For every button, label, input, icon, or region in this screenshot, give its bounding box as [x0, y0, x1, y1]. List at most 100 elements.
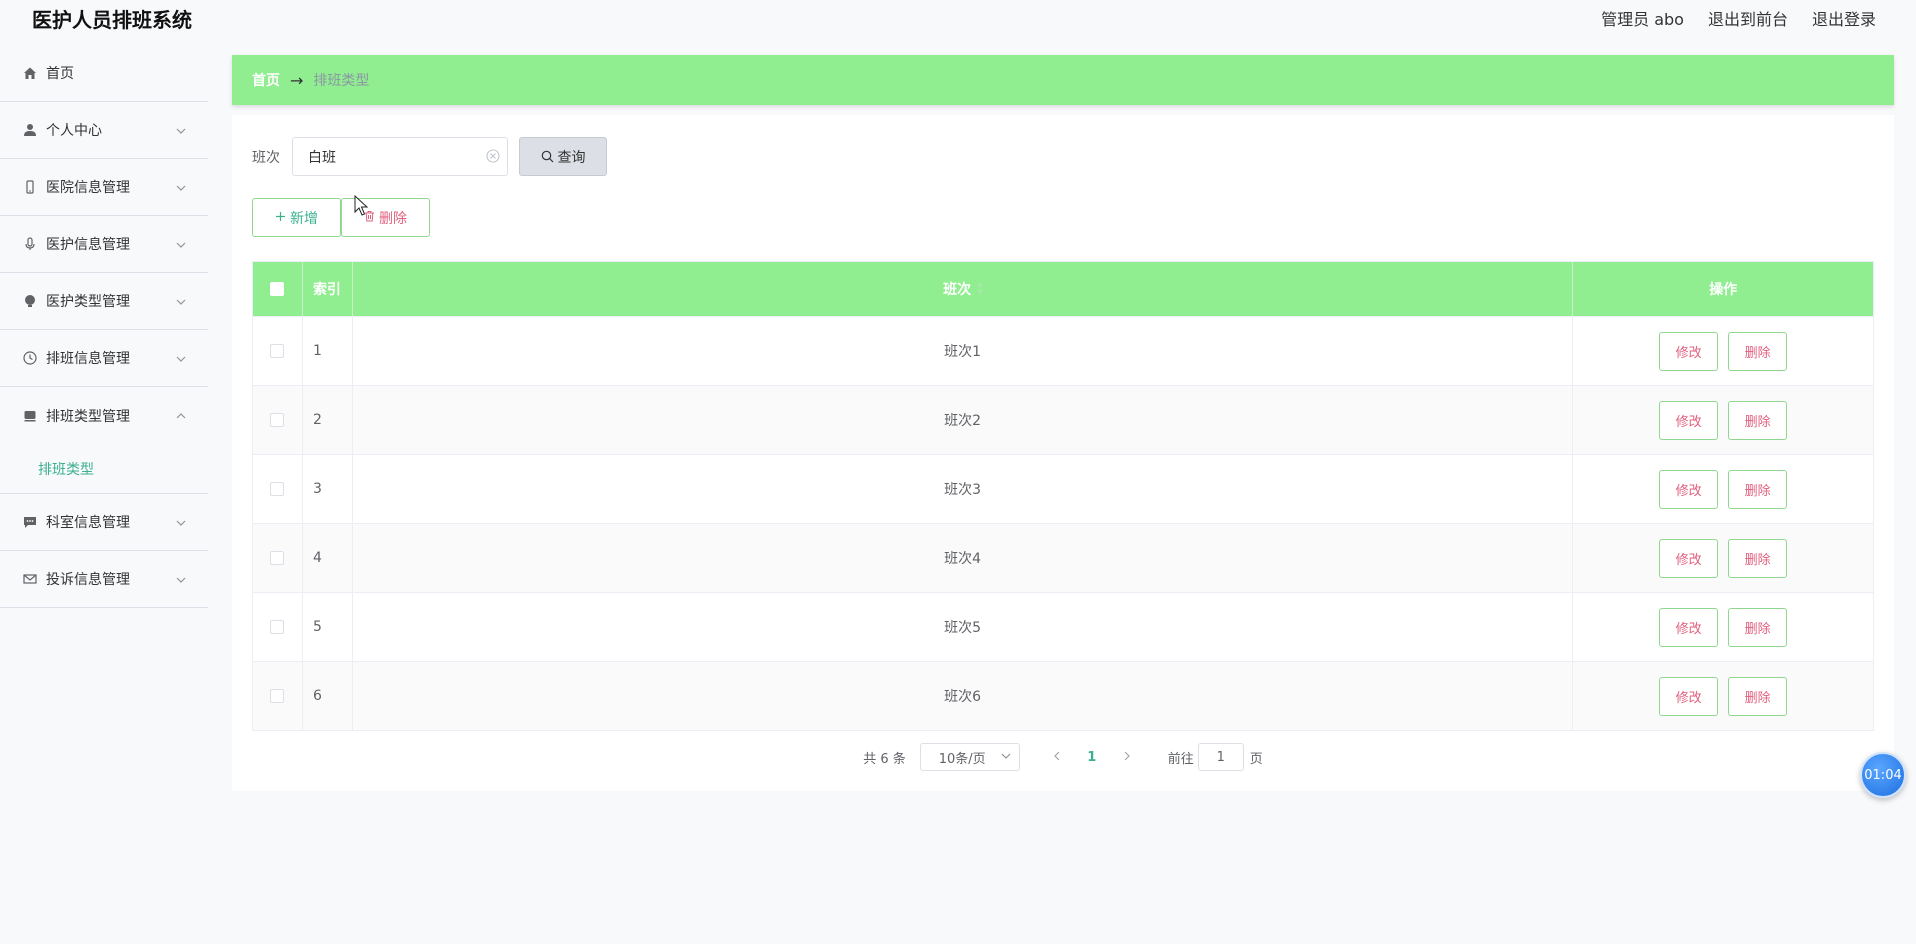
home-icon: [22, 65, 38, 81]
table-row: 4 班次4 修改 删除: [253, 523, 1873, 592]
add-button[interactable]: 新增: [252, 198, 341, 237]
sidebar-item-medical-type[interactable]: 医护类型管理: [0, 273, 208, 330]
sidebar-item-personal-center[interactable]: 个人中心: [0, 102, 208, 159]
header-operation: 操作: [1709, 282, 1738, 298]
floating-timer-badge[interactable]: 01:04: [1860, 752, 1906, 798]
next-page-button[interactable]: [1112, 750, 1142, 765]
mouse-cursor-icon: [354, 194, 369, 221]
add-button-label: 新增: [290, 210, 318, 227]
row-operations: 修改 删除: [1573, 593, 1873, 661]
row-select-cell[interactable]: [253, 524, 303, 592]
pagination: 共 6 条 10条/页 1 前往 页: [232, 743, 1894, 771]
bulb-icon: [22, 293, 38, 309]
row-operations: 修改 删除: [1573, 386, 1873, 454]
row-checkbox[interactable]: [270, 620, 285, 634]
sidebar-item-schedule-info[interactable]: 排班信息管理: [0, 330, 208, 387]
table-body: 1 班次1 修改 删除 2 班次2 修改 删除 3 班次3 修改 删除 4 班次4 修改 删除 5 班次5 修改 删除…: [253, 316, 1873, 730]
row-checkbox[interactable]: [270, 413, 285, 427]
row-checkbox[interactable]: [270, 689, 285, 703]
chevron-down-icon: [176, 181, 186, 197]
header-shift[interactable]: 班次 ▴ ▾: [353, 262, 1574, 316]
query-button[interactable]: 查询: [519, 137, 607, 176]
chevron-up-icon: [176, 409, 186, 425]
sidebar-item-label: 排班信息管理: [46, 351, 130, 367]
sidebar-item-department-info[interactable]: 科室信息管理: [0, 494, 208, 551]
query-button-label: 查询: [557, 149, 586, 166]
header-select-all[interactable]: [253, 262, 303, 316]
row-delete-button[interactable]: 删除: [1728, 400, 1788, 440]
row-index: 2: [303, 386, 353, 454]
chat-icon: [22, 514, 38, 530]
user-icon: [22, 122, 38, 138]
exit-to-front-link[interactable]: 退出到前台: [1708, 6, 1788, 30]
sidebar-item-home[interactable]: 首页: [0, 44, 208, 102]
row-select-cell[interactable]: [253, 317, 303, 385]
sidebar-subitem-schedule-type[interactable]: 排班类型: [0, 444, 208, 494]
row-delete-button[interactable]: 删除: [1728, 607, 1788, 647]
breadcrumb-arrow-icon: →: [290, 70, 304, 90]
row-operations: 修改 删除: [1573, 524, 1873, 592]
select-all-checkbox[interactable]: [270, 282, 285, 296]
row-index: 4: [303, 524, 353, 592]
sidebar-item-medical-staff-info[interactable]: 医护信息管理: [0, 216, 208, 273]
row-select-cell[interactable]: [253, 662, 303, 730]
sidebar-item-schedule-type[interactable]: 排班类型管理: [0, 387, 208, 444]
batch-delete-label: 删除: [379, 210, 407, 227]
row-index: 3: [303, 455, 353, 523]
page-number-current[interactable]: 1: [1072, 750, 1112, 765]
sort-icon[interactable]: ▴ ▾: [977, 280, 982, 298]
chevron-down-icon: [176, 573, 186, 589]
table-header: 索引 班次 ▴ ▾ 操作: [253, 262, 1873, 316]
clear-input-icon[interactable]: [484, 147, 502, 165]
row-select-cell[interactable]: [253, 455, 303, 523]
top-header: 医护人员排班系统 管理员 abo 退出到前台 退出登录: [0, 0, 1916, 34]
sidebar-item-label: 医院信息管理: [46, 180, 130, 196]
row-operations: 修改 删除: [1573, 662, 1873, 730]
edit-button[interactable]: 修改: [1659, 400, 1719, 440]
search-shift-input[interactable]: [292, 137, 508, 176]
prev-page-button[interactable]: [1042, 750, 1072, 765]
edit-button[interactable]: 修改: [1659, 538, 1719, 578]
sidebar-item-label: 科室信息管理: [46, 515, 130, 531]
row-delete-button[interactable]: 删除: [1728, 676, 1788, 716]
sidebar-item-hospital-info[interactable]: 医院信息管理: [0, 159, 208, 216]
app-title: 医护人员排班系统: [32, 8, 192, 32]
sidebar: 首页 个人中心 医院信息管理 医护信息管理 医护类型管理 排班信息管理 排班类型…: [0, 44, 208, 944]
chevron-left-icon: [1053, 751, 1060, 760]
clock-icon: [22, 350, 38, 366]
page-size-select[interactable]: 10条/页: [919, 743, 1020, 771]
row-index: 6: [303, 662, 353, 730]
edit-button[interactable]: 修改: [1659, 469, 1719, 509]
logout-link[interactable]: 退出登录: [1812, 6, 1876, 30]
goto-page-input[interactable]: [1197, 743, 1244, 771]
plus-icon: [275, 210, 286, 226]
row-operations: 修改 删除: [1573, 317, 1873, 385]
edit-button[interactable]: 修改: [1659, 331, 1719, 371]
row-delete-button[interactable]: 删除: [1728, 331, 1788, 371]
box-icon: [22, 408, 38, 424]
current-user-label: 管理员 abo: [1601, 10, 1684, 29]
pagination-total: 共 6 条: [863, 751, 906, 767]
row-delete-button[interactable]: 删除: [1728, 538, 1788, 578]
header-actions: 管理员 abo 退出到前台 退出登录: [1601, 6, 1876, 30]
table-row: 6 班次6 修改 删除: [253, 661, 1873, 730]
edit-button[interactable]: 修改: [1659, 676, 1719, 716]
row-shift: 班次5: [353, 593, 1574, 661]
mail-icon: [22, 571, 38, 587]
row-shift: 班次1: [353, 317, 1574, 385]
main-panel: 班次 查询 新增 删除 索引 班次 ▴▾ 操作 1班次1修改删除2班次2修改删除…: [232, 115, 1894, 791]
row-checkbox[interactable]: [270, 344, 285, 358]
row-checkbox[interactable]: [270, 482, 285, 496]
row-operations: 修改 删除: [1573, 455, 1873, 523]
row-checkbox[interactable]: [270, 551, 285, 565]
row-select-cell[interactable]: [253, 386, 303, 454]
chevron-down-icon: [176, 124, 186, 140]
sidebar-item-complaint-info[interactable]: 投诉信息管理: [0, 551, 208, 608]
chevron-down-icon: [176, 295, 186, 311]
edit-button[interactable]: 修改: [1659, 607, 1719, 647]
row-delete-button[interactable]: 删除: [1728, 469, 1788, 509]
row-select-cell[interactable]: [253, 593, 303, 661]
breadcrumb: 首页 → 排班类型: [232, 55, 1894, 105]
breadcrumb-current: 排班类型: [313, 73, 370, 89]
breadcrumb-home-link[interactable]: 首页: [252, 70, 280, 90]
